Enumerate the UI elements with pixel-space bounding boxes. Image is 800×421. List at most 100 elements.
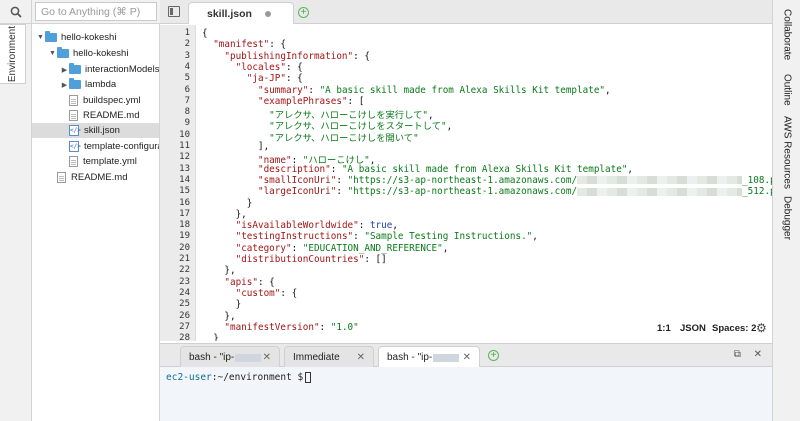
redacted-text bbox=[433, 353, 460, 362]
code-line: }, bbox=[202, 208, 247, 220]
code-line: "largeIconUri": "https://s3-ap-northeast… bbox=[257, 186, 772, 198]
line-number: 20 bbox=[179, 242, 190, 253]
indent-setting[interactable]: Spaces: 2 bbox=[712, 323, 756, 334]
tree-folder[interactable]: ▶ interactionModels bbox=[60, 62, 159, 77]
tree-file[interactable]: template.yml bbox=[60, 154, 137, 169]
tree-file[interactable]: README.md bbox=[60, 108, 139, 123]
line-number: 17 bbox=[179, 208, 190, 219]
right-tab-label: Collaborate bbox=[781, 9, 793, 61]
line-number: 8 bbox=[184, 107, 190, 118]
tree-file[interactable]: </>template-configuration bbox=[60, 139, 159, 154]
right-tab[interactable]: AWS Resources bbox=[773, 115, 800, 189]
code-line: } bbox=[202, 299, 242, 311]
goto-anything-bar bbox=[32, 0, 160, 24]
line-number: 25 bbox=[179, 299, 190, 310]
line-number: 10 bbox=[179, 129, 190, 140]
unsaved-dot-icon[interactable] bbox=[265, 11, 271, 17]
language-mode[interactable]: JSON bbox=[680, 323, 706, 334]
terminal-tab-label: Immediate bbox=[293, 352, 340, 363]
code-line: "apis": { bbox=[224, 276, 275, 288]
line-number: 3 bbox=[184, 50, 190, 61]
line-number: 19 bbox=[179, 231, 190, 242]
folder-icon bbox=[57, 47, 69, 58]
file-tree: ⚙▾ ▼hello-kokeshi▼hello-kokeshi▶interact… bbox=[32, 24, 160, 421]
left-panel-strip: Environment bbox=[0, 0, 32, 421]
line-number: 7 bbox=[184, 95, 190, 106]
tree-item-label: README.md bbox=[71, 172, 128, 183]
line-number: 2 bbox=[184, 39, 190, 50]
right-tab[interactable]: Collaborate bbox=[773, 4, 800, 66]
line-number: 9 bbox=[184, 118, 190, 129]
tab-environment[interactable]: Environment bbox=[0, 24, 26, 84]
new-terminal-plus-icon[interactable]: + bbox=[488, 350, 499, 361]
line-number-gutter: 1 2 3 4 5 6 7 8 9 10 11 12 13 14 15 16 17 18 19 20 21 22 23 24 2… bbox=[160, 25, 196, 341]
redacted-text bbox=[235, 353, 262, 362]
caret-right-icon[interactable]: ▶ bbox=[60, 81, 69, 89]
file-icon bbox=[69, 110, 78, 121]
tree-item-label: skill.json bbox=[84, 125, 120, 136]
gear-icon[interactable]: ⚙ bbox=[756, 321, 767, 335]
code-file-icon: </> bbox=[69, 125, 81, 136]
code-line: "publishingInformation": { bbox=[224, 50, 370, 62]
panel-menu-icon[interactable] bbox=[168, 6, 180, 17]
code-line: "summary": "A basic skill made from Alex… bbox=[257, 84, 611, 96]
tree-file[interactable]: </> skill.json bbox=[32, 123, 159, 138]
search-icon-area[interactable] bbox=[0, 0, 32, 24]
line-number: 5 bbox=[184, 73, 190, 84]
terminal-controls: ⧉ ✕ bbox=[724, 349, 762, 360]
tree-folder[interactable]: ▼ hello-kokeshi bbox=[36, 30, 116, 45]
line-number: 6 bbox=[184, 84, 190, 95]
tree-item-label: hello-kokeshi bbox=[73, 48, 129, 59]
caret-down-icon[interactable]: ▼ bbox=[48, 50, 57, 57]
maximize-icon[interactable]: ⧉ bbox=[734, 349, 741, 360]
code-file-icon: </> bbox=[69, 141, 81, 152]
close-icon[interactable]: ✕ bbox=[357, 352, 365, 363]
tree-file[interactable]: README.md bbox=[48, 170, 127, 185]
line-number: 15 bbox=[179, 186, 190, 197]
tree-item-label: template-configuration bbox=[84, 141, 159, 152]
caret-right-icon[interactable]: ▶ bbox=[60, 66, 69, 74]
close-icon[interactable]: ✕ bbox=[754, 349, 762, 360]
tree-file[interactable]: buildspec.yml bbox=[60, 93, 141, 108]
code-line: "category": "EDUCATION_AND_REFERENCE", bbox=[235, 242, 449, 254]
close-icon[interactable]: ✕ bbox=[263, 352, 271, 363]
caret-down-icon[interactable]: ▼ bbox=[36, 34, 45, 41]
terminal-tab-label: bash - "ip- bbox=[189, 352, 235, 363]
terminal-tab[interactable]: Immediate ✕ bbox=[284, 346, 374, 368]
right-tab[interactable]: Debugger bbox=[773, 192, 800, 244]
tab-skill-json[interactable]: skill.json bbox=[188, 2, 294, 24]
code-line: "smallIconUri": "https://s3-ap-northeast… bbox=[257, 174, 772, 186]
terminal-tab[interactable]: bash - "ip- ✕ bbox=[378, 346, 480, 368]
right-tab-label: Outline bbox=[781, 74, 793, 106]
tab-label: skill.json bbox=[207, 7, 252, 20]
tree-item-label: buildspec.yml bbox=[83, 95, 141, 106]
tree-folder[interactable]: ▶ lambda bbox=[60, 77, 116, 92]
tree-folder[interactable]: ▼ hello-kokeshi bbox=[48, 46, 128, 61]
line-number: 4 bbox=[184, 61, 190, 72]
tree-item-label: hello-kokeshi bbox=[61, 32, 117, 43]
right-tab-label: AWS Resources bbox=[781, 115, 793, 189]
code-line: "isAvailableWorldwide": true, bbox=[235, 220, 398, 232]
code-line: "custom": { bbox=[235, 287, 298, 299]
goto-anything-input[interactable] bbox=[35, 2, 157, 21]
terminal-tab[interactable]: bash - "ip- ✕ bbox=[180, 346, 280, 368]
line-number: 24 bbox=[179, 287, 190, 298]
code-line: "manifest": { bbox=[213, 39, 286, 51]
close-icon[interactable]: ✕ bbox=[463, 352, 471, 363]
code-editor[interactable]: 1 2 3 4 5 6 7 8 9 10 11 12 13 14 15 16 17 18 19 20 21 22 23 24 2… bbox=[160, 25, 772, 341]
right-panel-strip: Collaborate Outline AWS Resources Debugger bbox=[772, 0, 800, 421]
code-line: "description": "A basic skill made from … bbox=[257, 163, 634, 175]
code-line: ], bbox=[202, 141, 270, 152]
code-line: { bbox=[202, 28, 208, 39]
terminal-output[interactable]: ec2-user:~/environment $ bbox=[160, 367, 772, 421]
editor-status-bar: 1:1 JSON Spaces: 2 ⚙ bbox=[160, 320, 772, 338]
folder-icon bbox=[69, 63, 81, 74]
line-number: 14 bbox=[179, 174, 190, 185]
cursor-position[interactable]: 1:1 bbox=[657, 323, 671, 334]
prompt-user: ec2-user bbox=[166, 372, 212, 383]
new-tab-plus-icon[interactable]: + bbox=[298, 7, 309, 18]
right-tab[interactable]: Outline bbox=[773, 70, 800, 110]
file-icon bbox=[69, 95, 78, 106]
tree-item-label: lambda bbox=[85, 79, 117, 90]
line-number: 22 bbox=[179, 265, 190, 276]
